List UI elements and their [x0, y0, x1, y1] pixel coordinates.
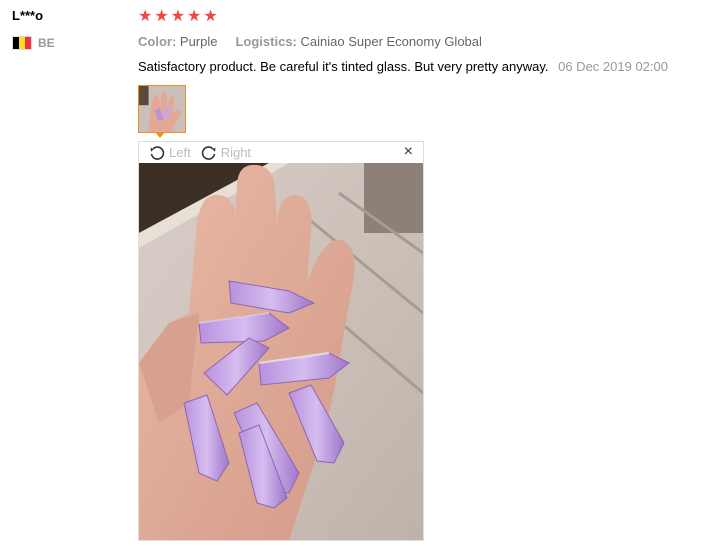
thumbnail-pointer — [155, 132, 165, 138]
star-icon: ★ — [138, 8, 153, 25]
star-icon: ★ — [170, 8, 186, 25]
star-icon: ★ — [203, 8, 218, 25]
rotate-right-icon — [201, 145, 216, 160]
color-label: Color: — [138, 34, 177, 49]
review-text-line: Satisfactory product. Be careful it's ti… — [138, 59, 668, 74]
close-icon[interactable]: × — [404, 143, 413, 161]
review-photo — [139, 163, 423, 540]
review-photo-thumbnail[interactable] — [138, 85, 186, 133]
rotate-left-icon — [150, 145, 165, 160]
photo-viewer: Left Right × — [138, 141, 424, 541]
viewer-toolbar: Left Right × — [139, 142, 423, 163]
logistics-label: Logistics: — [235, 34, 297, 49]
star-icon: ★ — [154, 8, 169, 25]
star-icon: ★ — [187, 8, 202, 25]
logistics-value: Cainiao Super Economy Global — [300, 34, 482, 49]
review-date: 06 Dec 2019 02:00 — [558, 59, 668, 74]
rotate-right-label: Right — [220, 145, 252, 160]
rotate-left-label: Left — [169, 145, 191, 160]
rotate-left-button[interactable]: Left — [149, 145, 191, 161]
belgium-flag-icon — [12, 36, 32, 50]
country-code: BE — [38, 36, 55, 50]
rating-stars: ★ ★ ★ ★ ★ — [138, 8, 218, 26]
reviewer-country: BE — [12, 36, 55, 50]
order-info: Color: Purple Logistics: Cainiao Super E… — [138, 34, 482, 49]
logistics-info: Logistics: Cainiao Super Economy Global — [235, 34, 481, 49]
rotate-right-button[interactable]: Right — [201, 145, 251, 161]
color-info: Color: Purple — [138, 34, 217, 49]
review-text: Satisfactory product. Be careful it's ti… — [138, 59, 549, 74]
color-value: Purple — [179, 34, 218, 49]
reviewer-name: L***o — [12, 8, 44, 23]
